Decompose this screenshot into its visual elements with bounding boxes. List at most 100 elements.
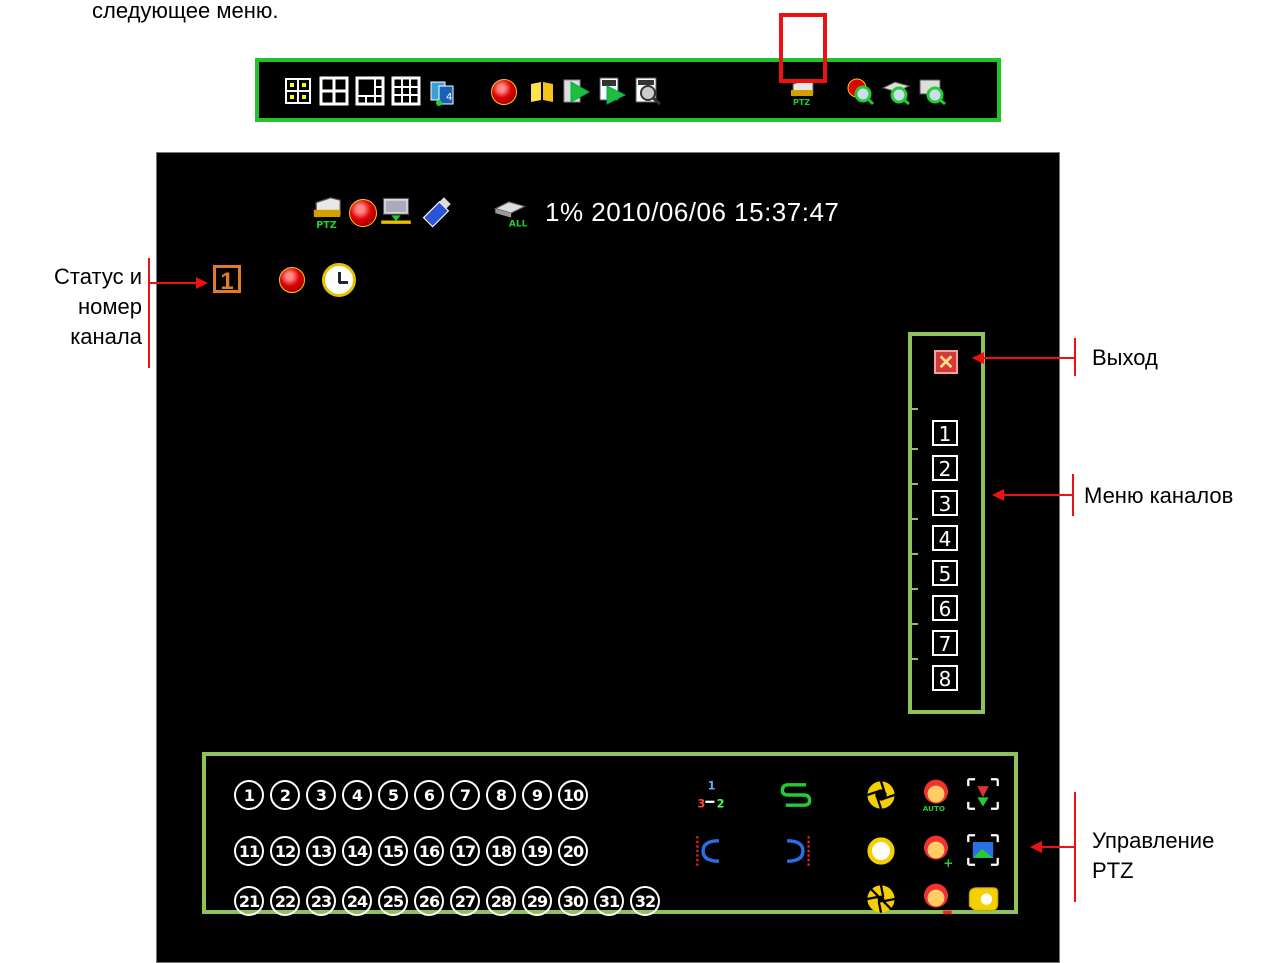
channel-menu: ✕ 1 2 3 4 5 6 7 8 <box>908 332 985 714</box>
exit-button[interactable]: ✕ <box>934 350 958 374</box>
menu-divider <box>908 408 918 410</box>
annotation-arrow <box>982 357 1074 359</box>
ptz-highlight-box <box>779 13 827 83</box>
log-search-icon[interactable] <box>633 76 663 106</box>
svg-text:PTZ: PTZ <box>316 220 337 229</box>
preset-button-18[interactable]: 18 <box>486 836 516 866</box>
annotation-channel-menu: Меню каналов <box>1084 483 1234 508</box>
preset-button-19[interactable]: 19 <box>522 836 552 866</box>
svg-text:+: + <box>943 856 953 868</box>
usb-icon <box>422 197 451 228</box>
preset-button-15[interactable]: 15 <box>378 836 408 866</box>
preset-button-10[interactable]: 10 <box>558 780 588 810</box>
preset-button-3[interactable]: 3 <box>306 780 336 810</box>
preset-button-16[interactable]: 16 <box>414 836 444 866</box>
iris-open-icon[interactable] <box>864 834 898 868</box>
preset-button-14[interactable]: 14 <box>342 836 372 866</box>
playback-search-icon[interactable] <box>597 76 627 106</box>
pan-left-icon[interactable] <box>694 834 728 868</box>
focus-near-icon[interactable]: + <box>918 832 954 868</box>
annotation-arrow <box>1002 494 1072 496</box>
arrow-head <box>992 489 1004 501</box>
playback-icon[interactable] <box>561 76 591 106</box>
ptz-status-icon: PTZ <box>313 197 341 229</box>
annotation-status-channel: Статус и номер канала <box>36 262 142 352</box>
split-4-grid-icon[interactable] <box>319 76 349 106</box>
book-icon[interactable] <box>527 76 557 106</box>
zoom-in-icon[interactable] <box>966 832 1000 868</box>
preset-button-23[interactable]: 23 <box>306 886 336 916</box>
hand-icon[interactable] <box>966 880 1000 916</box>
preset-button-11[interactable]: 11 <box>234 836 264 866</box>
preset-button-9[interactable]: 9 <box>522 780 552 810</box>
auto-tour-icon[interactable]: 1 3 2 <box>694 778 728 812</box>
channel-button-2[interactable]: 2 <box>932 455 958 481</box>
menu-tick <box>908 483 918 485</box>
preset-button-24[interactable]: 24 <box>342 886 372 916</box>
preset-button-25[interactable]: 25 <box>378 886 408 916</box>
preset-button-32[interactable]: 32 <box>630 886 660 916</box>
record-search-icon[interactable] <box>845 76 875 106</box>
preset-button-26[interactable]: 26 <box>414 886 444 916</box>
preset-button-12[interactable]: 12 <box>270 836 300 866</box>
pan-right-icon[interactable] <box>778 834 812 868</box>
pattern-icon[interactable] <box>778 778 814 812</box>
preset-button-28[interactable]: 28 <box>486 886 516 916</box>
channel-button-5[interactable]: 5 <box>932 560 958 586</box>
preset-button-30[interactable]: 30 <box>558 886 588 916</box>
channel-button-1[interactable]: 1 <box>932 420 958 446</box>
preset-button-8[interactable]: 8 <box>486 780 516 810</box>
arrow-head <box>196 277 208 289</box>
arrow-head <box>972 352 984 364</box>
preset-button-13[interactable]: 13 <box>306 836 336 866</box>
ptz-control-panel: 1 2 3 4 5 6 7 8 9 10 11 12 13 14 15 16 17 18 19 20 21 22 23 24 2… <box>202 752 1018 916</box>
arrow-head <box>1030 841 1042 853</box>
channel-button-7[interactable]: 7 <box>932 630 958 656</box>
focus-far-icon[interactable] <box>918 880 954 916</box>
preset-button-7[interactable]: 7 <box>450 780 480 810</box>
preset-button-5[interactable]: 5 <box>378 780 408 810</box>
annotation-line: канала <box>70 324 142 349</box>
iris-icon[interactable] <box>864 778 898 812</box>
preset-button-22[interactable]: 22 <box>270 886 300 916</box>
annotation-line: PTZ <box>1092 858 1134 883</box>
iris-close-icon[interactable] <box>864 882 898 916</box>
svg-text:AUTO: AUTO <box>923 804 945 812</box>
preset-button-27[interactable]: 27 <box>450 886 480 916</box>
channel-button-6[interactable]: 6 <box>932 595 958 621</box>
auto-focus-icon[interactable]: AUTO <box>918 776 954 812</box>
channel-number: 1 <box>213 265 241 295</box>
channel-button-4[interactable]: 4 <box>932 525 958 551</box>
main-toolbar: 4 PTZ <box>255 58 1001 122</box>
split-9-icon[interactable] <box>391 76 421 106</box>
split-4-icon[interactable] <box>283 76 313 106</box>
annotation-ptz-control: Управление PTZ <box>1092 826 1214 886</box>
preset-button-4[interactable]: 4 <box>342 780 372 810</box>
preset-button-20[interactable]: 20 <box>558 836 588 866</box>
preset-button-21[interactable]: 21 <box>234 886 264 916</box>
preset-button-17[interactable]: 17 <box>450 836 480 866</box>
channel-button-8[interactable]: 8 <box>932 665 958 691</box>
annotation-exit: Выход <box>1092 345 1158 370</box>
record-icon[interactable] <box>491 79 517 105</box>
clock-icon <box>322 263 356 297</box>
hdd-search-icon[interactable] <box>881 76 911 106</box>
preset-button-6[interactable]: 6 <box>414 780 444 810</box>
preset-button-31[interactable]: 31 <box>594 886 624 916</box>
system-search-icon[interactable] <box>917 76 947 106</box>
annotation-line: номер <box>78 294 142 319</box>
zoom-out-icon[interactable] <box>966 776 1000 812</box>
recording-status-icon <box>349 199 377 227</box>
sequence-icon[interactable]: 4 <box>427 76 457 106</box>
channel-button-3[interactable]: 3 <box>932 490 958 516</box>
svg-text:4: 4 <box>446 92 452 103</box>
menu-tick <box>908 448 918 450</box>
preset-button-1[interactable]: 1 <box>234 780 264 810</box>
annotation-bracket <box>1074 792 1076 902</box>
caption-text: следующее меню. <box>92 0 279 23</box>
preset-button-29[interactable]: 29 <box>522 886 552 916</box>
menu-tick <box>908 588 918 590</box>
status-text: 1% 2010/06/06 15:37:47 <box>545 197 840 227</box>
split-6-icon[interactable] <box>355 76 385 106</box>
preset-button-2[interactable]: 2 <box>270 780 300 810</box>
